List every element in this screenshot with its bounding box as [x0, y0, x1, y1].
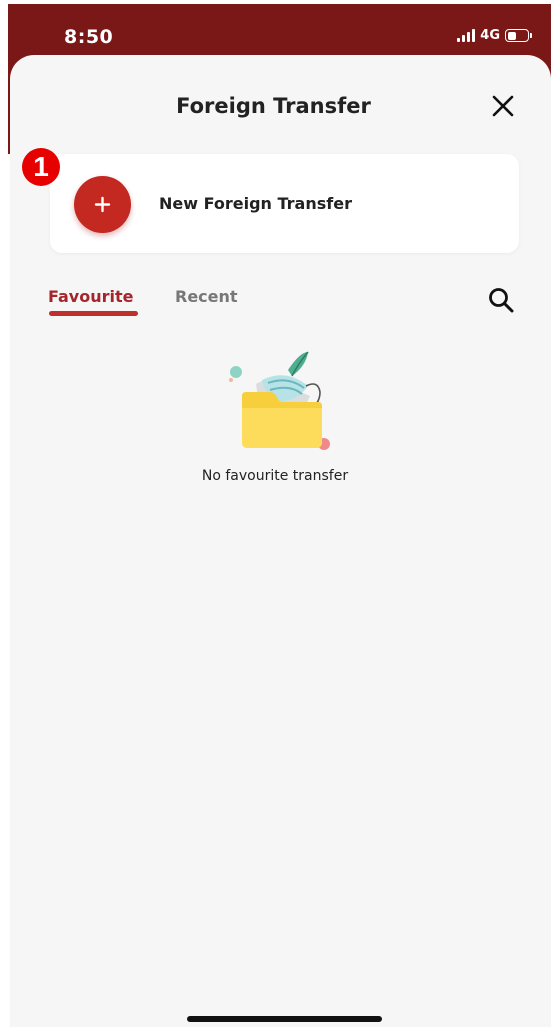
cellular-signal-icon — [457, 29, 476, 42]
add-transfer-button[interactable] — [74, 176, 131, 233]
search-button[interactable] — [486, 285, 516, 315]
battery-icon — [505, 29, 532, 42]
active-tab-indicator — [49, 311, 138, 316]
network-type: 4G — [480, 28, 500, 43]
app-screen: 8:50 4G Foreign Transfer New Foreign Tra… — [0, 0, 551, 1027]
status-time: 8:50 — [64, 26, 114, 48]
tab-recent[interactable]: Recent — [175, 287, 238, 306]
battery-level — [507, 31, 516, 40]
new-foreign-transfer-button[interactable]: New Foreign Transfer — [50, 154, 519, 253]
empty-folder-illustration — [228, 350, 338, 455]
status-indicators: 4G — [457, 28, 532, 43]
plus-icon — [94, 196, 111, 213]
home-indicator[interactable] — [187, 1016, 382, 1022]
tab-favourite[interactable]: Favourite — [48, 287, 133, 306]
page-title: Foreign Transfer — [176, 94, 371, 118]
step-badge: 1 — [22, 148, 60, 186]
foreign-transfer-sheet: Foreign Transfer New Foreign Transfer Fa… — [10, 55, 551, 1027]
new-foreign-transfer-label: New Foreign Transfer — [159, 194, 352, 213]
search-icon — [489, 288, 514, 313]
close-icon — [492, 95, 514, 117]
close-button[interactable] — [488, 91, 518, 121]
empty-state-message: No favourite transfer — [201, 468, 349, 484]
